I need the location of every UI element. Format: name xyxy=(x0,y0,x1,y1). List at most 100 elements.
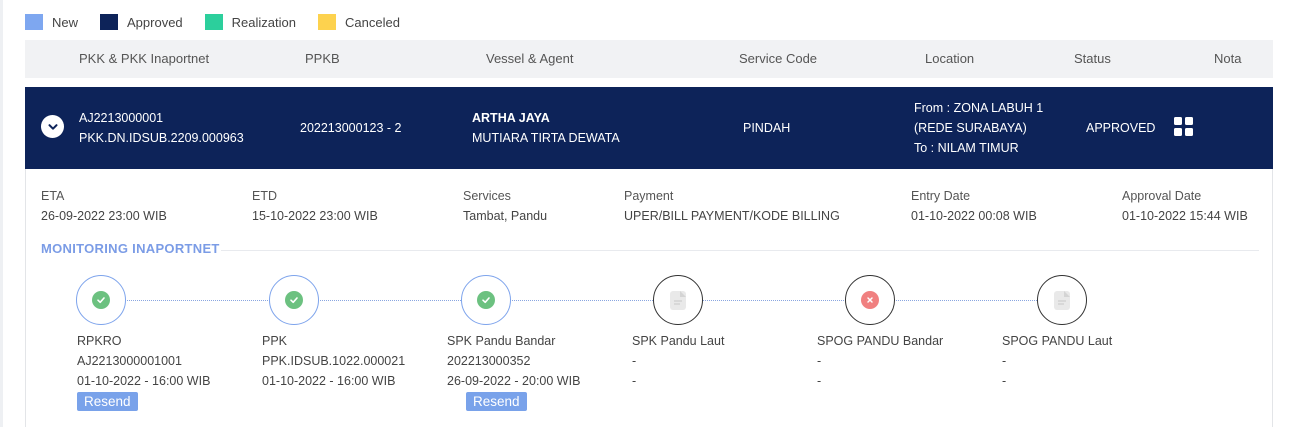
section-divider xyxy=(221,250,1259,251)
detail-entry-date: Entry Date 01-10-2022 00:08 WIB xyxy=(911,186,1037,226)
table-header: PKK & PKK Inaportnet PPKB Vessel & Agent… xyxy=(25,40,1273,78)
stage-info-spog-pandu-laut: SPOG PANDU Laut - - xyxy=(1002,331,1112,391)
detail-label: Services xyxy=(463,189,511,203)
page-left-border xyxy=(0,0,3,427)
stage-date: 26-09-2022 - 20:00 WIB xyxy=(447,374,581,388)
detail-approval-date: Approval Date 01-10-2022 15:44 WIB xyxy=(1122,186,1248,226)
stage-date: - xyxy=(632,374,637,388)
legend-label-canceled: Canceled xyxy=(345,14,400,30)
pkk-cell: AJ2213000001 PKK.DN.IDSUB.2209.000963 xyxy=(79,108,244,148)
detail-etd: ETD 15-10-2022 23:00 WIB xyxy=(252,186,378,226)
stage-node-spk-pandu-laut xyxy=(653,275,703,325)
detail-label: Payment xyxy=(624,189,674,203)
stage-date: 01-10-2022 - 16:00 WIB xyxy=(262,374,396,388)
column-header-ppkb: PPKB xyxy=(305,51,340,66)
ppkb-number: 202213000123 - 2 xyxy=(300,121,402,135)
detail-label: ETA xyxy=(41,189,65,203)
detail-label: ETD xyxy=(252,189,277,203)
pkk-inaportnet-number: PKK.DN.IDSUB.2209.000963 xyxy=(79,131,244,145)
timeline-connector xyxy=(894,300,1037,301)
detail-label: Entry Date xyxy=(911,189,971,203)
detail-label: Approval Date xyxy=(1122,189,1202,203)
stage-number: - xyxy=(1002,354,1007,368)
stage-info-spog-pandu-bandar: SPOG PANDU Bandar - - xyxy=(817,331,943,391)
legend-swatch-approved xyxy=(100,14,119,30)
document-icon xyxy=(1054,290,1070,310)
detail-value: 01-10-2022 15:44 WIB xyxy=(1122,209,1248,223)
legend-swatch-new xyxy=(25,14,43,30)
monitoring-title: MONITORING INAPORTNET xyxy=(41,241,220,256)
resend-button-spk-pandu-bandar[interactable]: Resend xyxy=(466,392,527,411)
pkk-number: AJ2213000001 xyxy=(79,111,164,125)
location-from-detail: (REDE SURABAYA) xyxy=(914,121,1027,135)
vessel-agent-cell: ARTHA JAYA MUTIARA TIRTA DEWATA xyxy=(472,108,620,148)
detail-value: 26-09-2022 23:00 WIB xyxy=(41,209,167,223)
location-to: To : NILAM TIMUR xyxy=(914,141,1019,155)
stage-info-rpkro: RPKRO AJ2213000001001 01-10-2022 - 16:00… xyxy=(77,331,210,391)
stage-node-rpkro xyxy=(76,275,126,325)
detail-value: 01-10-2022 00:08 WIB xyxy=(911,209,1037,223)
stage-name: PPK xyxy=(262,334,288,348)
column-header-vessel-agent: Vessel & Agent xyxy=(486,51,574,66)
stage-date: 01-10-2022 - 16:00 WIB xyxy=(77,374,211,388)
column-header-service-code: Service Code xyxy=(739,51,818,66)
legend-label-new: New xyxy=(52,14,79,30)
timeline-connector xyxy=(510,300,653,301)
legend-item-approved: Approved xyxy=(100,14,183,30)
agent-name: MUTIARA TIRTA DEWATA xyxy=(472,131,620,145)
timeline-connector xyxy=(125,300,270,301)
stage-node-spk-pandu-bandar xyxy=(461,275,511,325)
column-header-pkk: PKK & PKK Inaportnet xyxy=(79,51,210,66)
expand-row-button[interactable] xyxy=(41,115,64,138)
service-code: PINDAH xyxy=(743,121,791,135)
table-row[interactable]: AJ2213000001 PKK.DN.IDSUB.2209.000963 20… xyxy=(25,87,1273,169)
stage-name: SPOG PANDU Bandar xyxy=(817,334,944,348)
timeline-connector xyxy=(702,300,846,301)
legend-item-canceled: Canceled xyxy=(318,14,400,30)
grid-icon[interactable] xyxy=(1174,117,1194,137)
stage-name: SPK Pandu Laut xyxy=(632,334,725,348)
detail-value: UPER/BILL PAYMENT/KODE BILLING xyxy=(624,209,840,223)
detail-services: Services Tambat, Pandu xyxy=(463,186,547,226)
stage-name: RPKRO xyxy=(77,334,122,348)
resend-button-rpkro[interactable]: Resend xyxy=(77,392,138,411)
stage-date: - xyxy=(817,374,822,388)
stage-number: - xyxy=(817,354,822,368)
check-circle-icon xyxy=(477,291,495,309)
stage-number: AJ2213000001001 xyxy=(77,354,182,368)
legend-label-approved: Approved xyxy=(127,14,183,30)
stage-node-spog-pandu-bandar xyxy=(845,275,895,325)
location-cell: From : ZONA LABUH 1 (REDE SURABAYA) To :… xyxy=(914,98,1043,158)
stage-node-ppk xyxy=(269,275,319,325)
column-header-location: Location xyxy=(925,51,975,66)
column-header-status: Status xyxy=(1074,51,1111,66)
legend-item-realization: Realization xyxy=(204,14,296,30)
stage-number: - xyxy=(632,354,637,368)
timeline-connector xyxy=(318,300,461,301)
stage-number: 202213000352 xyxy=(447,354,531,368)
legend-swatch-canceled xyxy=(318,14,336,30)
stage-number: PPK.IDSUB.1022.000021 xyxy=(262,354,406,368)
status-legend: New Approved Realization Canceled xyxy=(25,12,422,32)
stage-node-spog-pandu-laut xyxy=(1037,275,1087,325)
legend-item-new: New xyxy=(25,14,78,30)
stage-name: SPK Pandu Bandar xyxy=(447,334,556,348)
stage-info-spk-pandu-bandar: SPK Pandu Bandar 202213000352 26-09-2022… xyxy=(447,331,580,391)
location-from-line: From : ZONA LABUH 1 xyxy=(914,101,1044,115)
close-circle-icon xyxy=(861,291,879,309)
chevron-down-icon xyxy=(48,123,57,130)
stage-info-ppk: PPK PPK.IDSUB.1022.000021 01-10-2022 - 1… xyxy=(262,331,405,391)
detail-payment: Payment UPER/BILL PAYMENT/KODE BILLING xyxy=(624,186,840,226)
status-badge: APPROVED xyxy=(1086,121,1156,135)
document-icon xyxy=(670,290,686,310)
detail-value: Tambat, Pandu xyxy=(463,209,548,223)
check-circle-icon xyxy=(285,291,303,309)
stage-name: SPOG PANDU Laut xyxy=(1002,334,1113,348)
column-header-nota: Nota xyxy=(1214,51,1242,66)
detail-eta: ETA 26-09-2022 23:00 WIB xyxy=(41,186,167,226)
stage-info-spk-pandu-laut: SPK Pandu Laut - - xyxy=(632,331,724,391)
row-details-panel: ETA 26-09-2022 23:00 WIB ETD 15-10-2022 … xyxy=(25,169,1273,427)
check-circle-icon xyxy=(92,291,110,309)
legend-swatch-realization xyxy=(204,14,223,30)
legend-label-realization: Realization xyxy=(231,14,296,30)
